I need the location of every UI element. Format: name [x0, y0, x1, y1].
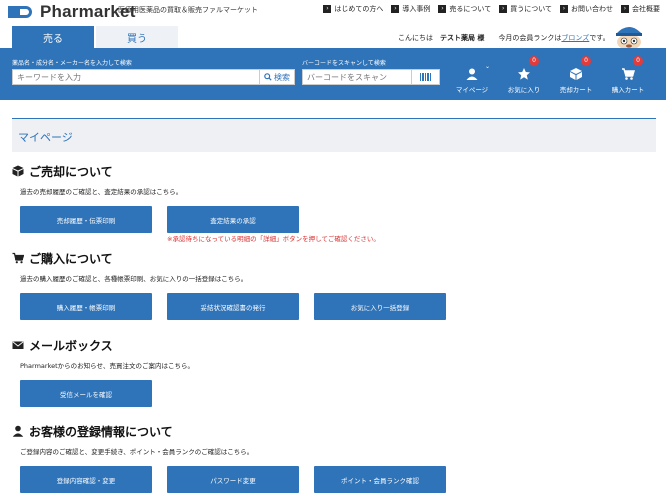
barcode-input[interactable] [302, 69, 412, 85]
box-icon [12, 165, 24, 177]
edit-registration-button[interactable]: 登録内容確認・変更 [20, 466, 152, 493]
search-bar: 薬品名・成分名・メーカー名を入力して検索 検索 バーコードをスキャンして検索 ⌄… [0, 48, 666, 100]
toplink-about-buying[interactable]: › 買うについて [499, 4, 552, 14]
box-icon [570, 68, 582, 80]
points-rank-button[interactable]: ポイント・会員ランク確認 [314, 466, 446, 493]
approve-assessment-button[interactable]: 査定結果の承認 [167, 206, 299, 233]
search-button[interactable]: 検索 [260, 69, 295, 85]
chevron-right-icon: › [621, 5, 629, 13]
page-title: マイページ [12, 118, 656, 152]
logo[interactable]: Pharmarket [8, 2, 136, 22]
section-buy: ご購入について 過去の購入履歴のご確認と、各種帳票印刷、お気に入りの一括登録はこ… [12, 251, 656, 320]
section-sell-title: ご売却について [12, 164, 656, 179]
section-sell: ご売却について 過去の売却履歴のご確認と、査定結果の承認はこちら。 売却履歴・伝… [12, 164, 656, 233]
barcode-icon [419, 73, 431, 81]
toplink-cases[interactable]: › 導入事例 [391, 4, 430, 14]
user-name: テスト薬局 様 [440, 34, 485, 42]
top-header: Pharmarket 医療用医薬品の買取＆販売ファルマーケット › はじめての方へ… [0, 0, 666, 22]
star-icon [518, 68, 530, 80]
nav-sell-cart[interactable]: 0 売却カート [550, 54, 602, 94]
tagline: 医療用医薬品の買取＆販売ファルマーケット [118, 6, 258, 14]
sell-history-button[interactable]: 売却履歴・伝票印刷 [20, 206, 152, 233]
section-buy-desc: 過去の購入履歴のご確認と、各種帳票印刷、お気に入りの一括登録はこちら。 [20, 275, 248, 283]
chevron-right-icon: › [560, 5, 568, 13]
section-sell-desc: 過去の売却履歴のご確認と、査定結果の承認はこちら。 [20, 188, 183, 196]
section-account: お客様の登録情報について ご登録内容のご確認と、変更手続き、ポイント・会員ランク… [12, 424, 656, 493]
mascot-icon [616, 27, 642, 50]
cart-icon [12, 252, 24, 264]
envelope-icon [12, 341, 24, 349]
toplink-about-selling[interactable]: › 売るについて [438, 4, 491, 14]
tab-buy[interactable]: 買う [96, 26, 178, 48]
settlement-certificate-button[interactable]: 妥結状況確認書の発行 [167, 293, 299, 320]
favorites-badge: 0 [529, 56, 539, 66]
barcode-search: バーコードをスキャンして検索 [302, 58, 440, 85]
purchase-history-button[interactable]: 購入履歴・帳票印刷 [20, 293, 152, 320]
buy-cart-badge: 0 [633, 56, 643, 66]
section-account-title: お客様の登録情報について [12, 424, 656, 439]
sell-cart-badge: 0 [581, 56, 591, 66]
section-buy-title: ご購入について [12, 251, 656, 266]
toplink-first-time[interactable]: › はじめての方へ [323, 4, 383, 14]
nav-buy-cart[interactable]: 0 購入カート [602, 54, 654, 94]
bulk-favorites-button[interactable]: お気に入り一括登録 [314, 293, 446, 320]
top-links: › はじめての方へ › 導入事例 › 売るについて › 買うについて › お問い合わせ ›… [323, 4, 660, 14]
barcode-scan-button[interactable] [412, 69, 440, 85]
section-account-desc: ご登録内容のご確認と、変更手続き、ポイント・会員ランクのご確認はこちら。 [20, 448, 254, 456]
chevron-right-icon: › [499, 5, 508, 13]
chevron-right-icon: › [438, 5, 447, 13]
chevron-right-icon: › [323, 5, 332, 13]
section-mailbox-title: メールボックス [12, 338, 656, 353]
nav-mypage[interactable]: ⌄ マイページ [446, 54, 498, 94]
search-icon [264, 73, 272, 81]
toplink-contact[interactable]: › お問い合わせ [560, 4, 613, 14]
keyword-search: 薬品名・成分名・メーカー名を入力して検索 検索 [12, 58, 295, 85]
approval-notice: ※承認待ちになっている明細の「詳細」ボタンを押してご確認ください。 [167, 235, 380, 243]
member-rank-link[interactable]: ブロンズ [561, 34, 589, 42]
chevron-right-icon: › [391, 5, 400, 13]
user-icon [12, 425, 24, 437]
check-inbox-button[interactable]: 受信メールを確認 [20, 380, 152, 407]
greeting: こんにちは テスト薬局 様 今月の会員ランクはブロンズです。 [398, 34, 610, 42]
chevron-down-icon: ⌄ [484, 63, 490, 70]
section-mailbox-desc: Pharmarketからのお知らせ、売買注文のご案内はこちら。 [20, 362, 195, 370]
toplink-company[interactable]: › 会社概要 [621, 4, 660, 14]
section-mailbox: メールボックス Pharmarketからのお知らせ、売買注文のご案内はこちら。 … [12, 338, 656, 407]
keyword-input[interactable] [12, 69, 260, 85]
tab-sell[interactable]: 売る [12, 26, 94, 48]
change-password-button[interactable]: パスワード変更 [167, 466, 299, 493]
mode-tabs: 売る 買う [12, 26, 178, 48]
user-icon [466, 68, 478, 80]
nav-icons: ⌄ マイページ 0 お気に入り 0 売却カート 0 購入カート [446, 54, 654, 94]
nav-favorites[interactable]: 0 お気に入り [498, 54, 550, 94]
logo-mark-icon [8, 5, 38, 19]
cart-icon [622, 68, 635, 80]
